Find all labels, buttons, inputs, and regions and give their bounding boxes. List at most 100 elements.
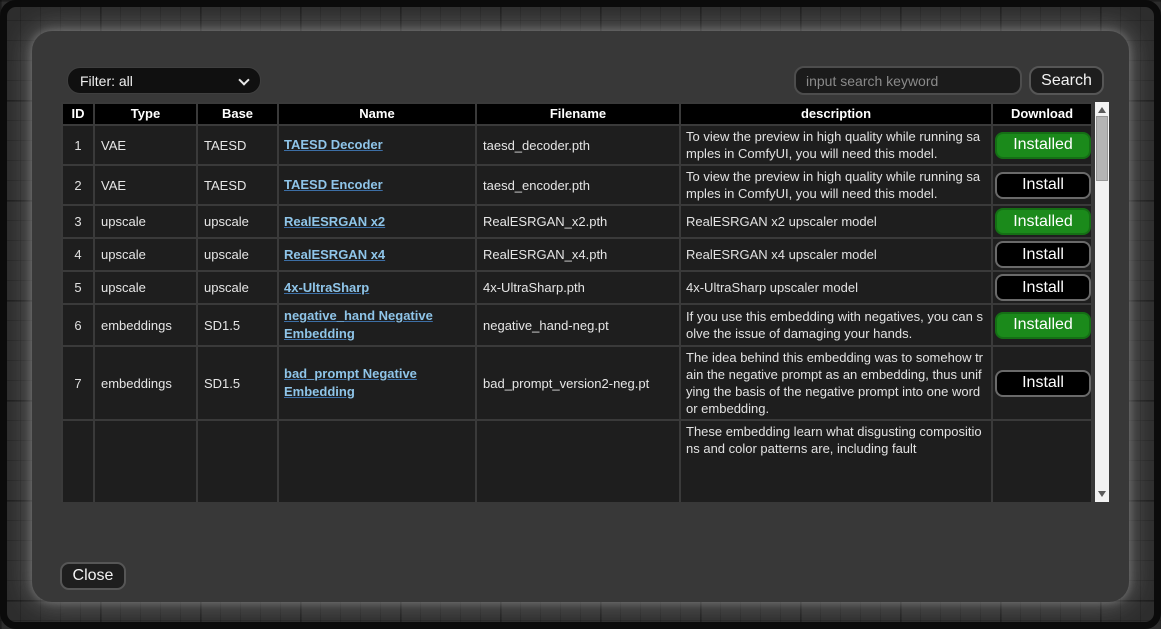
cell-filename: negative_hand-neg.pt bbox=[477, 305, 679, 345]
cell-base: upscale bbox=[198, 206, 277, 237]
cell-base: upscale bbox=[198, 272, 277, 303]
column-header-id: ID bbox=[63, 104, 93, 124]
cell-base: SD1.5 bbox=[198, 305, 277, 345]
cell-id: 4 bbox=[63, 239, 93, 270]
cell-type bbox=[95, 421, 196, 502]
cell-type: embeddings bbox=[95, 305, 196, 345]
table-header-row: ID Type Base Name Filename description D… bbox=[63, 104, 1091, 124]
search-button[interactable]: Search bbox=[1029, 66, 1104, 95]
cell-base bbox=[198, 421, 277, 502]
model-link[interactable]: RealESRGAN x2 bbox=[284, 214, 385, 229]
model-link[interactable]: TAESD Decoder bbox=[284, 137, 383, 152]
cell-description: To view the preview in high quality whil… bbox=[681, 166, 991, 204]
cell-download bbox=[993, 421, 1091, 502]
model-link[interactable]: bad_prompt Negative Embedding bbox=[284, 366, 417, 399]
filter-dropdown-wrap: Filter: all bbox=[67, 67, 261, 94]
cell-base: TAESD bbox=[198, 166, 277, 204]
column-header-download: Download bbox=[993, 104, 1091, 124]
cell-description: These embedding learn what disgusting co… bbox=[681, 421, 991, 502]
model-table: ID Type Base Name Filename description D… bbox=[61, 102, 1093, 502]
model-table-scroll-region: ID Type Base Name Filename description D… bbox=[61, 102, 1095, 502]
scrollbar-up-arrow-icon[interactable] bbox=[1098, 107, 1106, 113]
cell-name: RealESRGAN x2 bbox=[279, 206, 475, 237]
column-header-type: Type bbox=[95, 104, 196, 124]
cell-name: RealESRGAN x4 bbox=[279, 239, 475, 270]
search-input[interactable] bbox=[794, 66, 1022, 95]
installed-button[interactable]: Installed bbox=[995, 312, 1091, 339]
cell-description: The idea behind this embedding was to so… bbox=[681, 347, 991, 419]
installed-button[interactable]: Installed bbox=[995, 208, 1091, 235]
cell-name: TAESD Encoder bbox=[279, 166, 475, 204]
installed-button[interactable]: Installed bbox=[995, 132, 1091, 159]
filter-select[interactable]: Filter: all bbox=[67, 67, 261, 94]
cell-download: Installed bbox=[993, 305, 1091, 345]
cell-filename: taesd_decoder.pth bbox=[477, 126, 679, 164]
table-row: 4upscaleupscaleRealESRGAN x4RealESRGAN_x… bbox=[63, 239, 1091, 270]
table-row: 6embeddingsSD1.5negative_hand Negative E… bbox=[63, 305, 1091, 345]
cell-name bbox=[279, 421, 475, 502]
cell-name: bad_prompt Negative Embedding bbox=[279, 347, 475, 419]
model-table-body: 1VAETAESDTAESD Decodertaesd_decoder.pthT… bbox=[63, 126, 1091, 502]
cell-filename: 4x-UltraSharp.pth bbox=[477, 272, 679, 303]
cell-download: Install bbox=[993, 347, 1091, 419]
model-link[interactable]: TAESD Encoder bbox=[284, 177, 383, 192]
cell-base: upscale bbox=[198, 239, 277, 270]
cell-download: Installed bbox=[993, 126, 1091, 164]
cell-name: negative_hand Negative Embedding bbox=[279, 305, 475, 345]
cell-type: upscale bbox=[95, 239, 196, 270]
table-row: 5upscaleupscale4x-UltraSharp4x-UltraShar… bbox=[63, 272, 1091, 303]
cell-type: embeddings bbox=[95, 347, 196, 419]
cell-download: Installed bbox=[993, 206, 1091, 237]
install-button[interactable]: Install bbox=[995, 370, 1091, 397]
install-models-dialog: Filter: all Search ID Type Base Name Fi bbox=[32, 31, 1129, 602]
column-header-base: Base bbox=[198, 104, 277, 124]
cell-type: VAE bbox=[95, 126, 196, 164]
cell-filename bbox=[477, 421, 679, 502]
cell-id: 5 bbox=[63, 272, 93, 303]
cell-download: Install bbox=[993, 166, 1091, 204]
model-table-area: ID Type Base Name Filename description D… bbox=[61, 102, 1109, 502]
scrollbar-down-arrow-icon[interactable] bbox=[1098, 491, 1106, 497]
cell-name: 4x-UltraSharp bbox=[279, 272, 475, 303]
model-link[interactable]: 4x-UltraSharp bbox=[284, 280, 369, 295]
scrollbar-thumb[interactable] bbox=[1096, 116, 1108, 181]
cell-filename: taesd_encoder.pth bbox=[477, 166, 679, 204]
install-button[interactable]: Install bbox=[995, 241, 1091, 268]
cell-download: Install bbox=[993, 272, 1091, 303]
table-row: 2VAETAESD TAESD Encoder taesd_encoder.pthT… bbox=[63, 166, 1091, 204]
cell-id bbox=[63, 421, 93, 502]
column-header-description: description bbox=[681, 104, 991, 124]
cell-type: VAE bbox=[95, 166, 196, 204]
column-header-name: Name bbox=[279, 104, 475, 124]
cell-filename: RealESRGAN_x2.pth bbox=[477, 206, 679, 237]
cell-type: upscale bbox=[95, 272, 196, 303]
cell-id: 1 bbox=[63, 126, 93, 164]
cell-description: RealESRGAN x2 upscaler model bbox=[681, 206, 991, 237]
cell-description: RealESRGAN x4 upscaler model bbox=[681, 239, 991, 270]
close-button[interactable]: Close bbox=[60, 562, 126, 590]
column-header-filename: Filename bbox=[477, 104, 679, 124]
cell-download: Install bbox=[993, 239, 1091, 270]
cell-description: To view the preview in high quality whil… bbox=[681, 126, 991, 164]
cell-id: 6 bbox=[63, 305, 93, 345]
table-row: These embedding learn what disgusting co… bbox=[63, 421, 1091, 502]
install-button[interactable]: Install bbox=[995, 274, 1091, 301]
cell-filename: RealESRGAN_x4.pth bbox=[477, 239, 679, 270]
cell-id: 7 bbox=[63, 347, 93, 419]
model-link[interactable]: negative_hand Negative Embedding bbox=[284, 308, 433, 341]
table-row: 3upscaleupscaleRealESRGAN x2RealESRGAN_x… bbox=[63, 206, 1091, 237]
cell-id: 3 bbox=[63, 206, 93, 237]
cell-description: If you use this embedding with negatives… bbox=[681, 305, 991, 345]
cell-base: TAESD bbox=[198, 126, 277, 164]
table-scrollbar[interactable] bbox=[1095, 102, 1109, 502]
model-link[interactable]: RealESRGAN x4 bbox=[284, 247, 385, 262]
install-button[interactable]: Install bbox=[995, 172, 1091, 199]
cell-id: 2 bbox=[63, 166, 93, 204]
cell-base: SD1.5 bbox=[198, 347, 277, 419]
table-row: 1VAETAESD TAESD Decoder taesd_decoder.pthT… bbox=[63, 126, 1091, 164]
cell-type: upscale bbox=[95, 206, 196, 237]
cell-filename: bad_prompt_version2-neg.pt bbox=[477, 347, 679, 419]
cell-description: 4x-UltraSharp upscaler model bbox=[681, 272, 991, 303]
cell-name: TAESD Decoder bbox=[279, 126, 475, 164]
table-row: 7embeddingsSD1.5bad_prompt Negative Embe… bbox=[63, 347, 1091, 419]
